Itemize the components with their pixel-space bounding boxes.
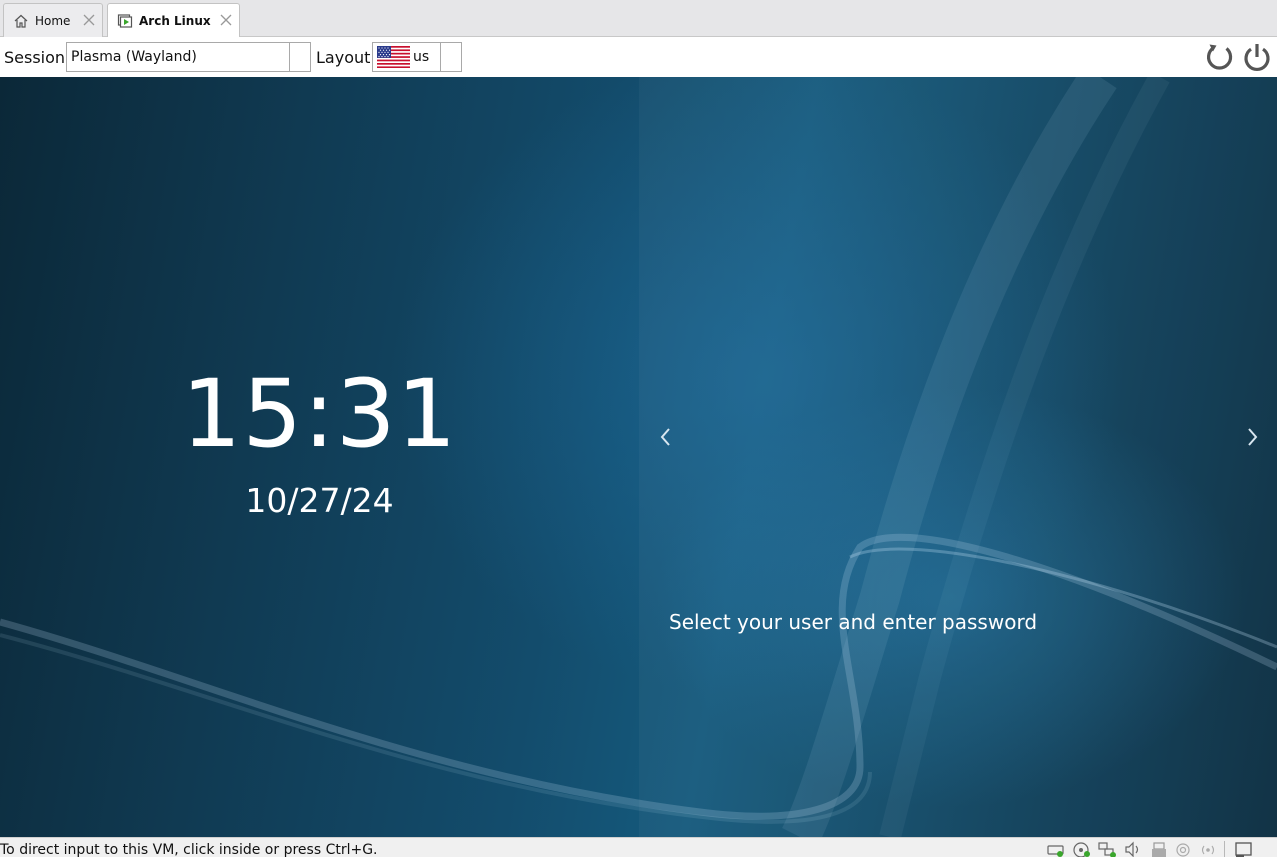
audio-icon[interactable] (1124, 841, 1144, 857)
chevron-right-icon[interactable] (1242, 426, 1262, 448)
tab-arch-linux[interactable]: Arch Linux (107, 3, 240, 38)
clock-date: 10/27/24 (245, 481, 394, 520)
status-message: To direct input to this VM, click inside… (0, 842, 378, 857)
login-prompt: Select your user and enter password (669, 610, 1038, 634)
clock-time: 15:31 (181, 360, 458, 469)
keyboard-layout-select[interactable]: us (372, 42, 462, 72)
chevron-left-icon[interactable] (656, 426, 676, 448)
shared-folder-icon[interactable] (1174, 841, 1194, 857)
layout-dropdown-button[interactable] (440, 43, 461, 71)
session-select[interactable]: Plasma (Wayland) (66, 42, 311, 72)
user-selection-panel (639, 77, 1277, 837)
hard-disk-icon[interactable] (1046, 841, 1066, 857)
tab-arch-linux-label: Arch Linux (139, 14, 211, 28)
vm-display[interactable]: 15:31 10/27/24 Select your user and ente… (0, 77, 1277, 837)
display-icon[interactable] (1234, 841, 1254, 857)
layout-label: Layout (316, 48, 371, 67)
optical-drive-icon[interactable] (1072, 841, 1092, 857)
status-bar: To direct input to this VM, click inside… (0, 837, 1277, 857)
close-tab-arch-linux-icon[interactable] (219, 13, 233, 27)
tab-home[interactable]: Home (3, 3, 103, 37)
session-value: Plasma (Wayland) (71, 49, 197, 65)
reboot-icon[interactable] (1204, 41, 1236, 73)
session-dropdown-button[interactable] (289, 43, 310, 71)
layout-value: us (413, 49, 430, 65)
vm-running-icon (117, 14, 133, 28)
tab-home-label: Home (35, 13, 71, 28)
tab-bar: Home Arch Linux (0, 0, 1277, 38)
recording-icon[interactable] (1198, 841, 1218, 857)
home-icon (14, 14, 28, 28)
statusbar-divider (1224, 841, 1225, 857)
close-tab-home-icon[interactable] (82, 13, 96, 27)
power-icon[interactable] (1241, 41, 1273, 73)
usb-icon[interactable] (1150, 841, 1170, 857)
us-flag-icon (377, 46, 410, 68)
greeter-toolbar: Session Plasma (Wayland) Layout us (0, 37, 1277, 77)
session-label: Session (4, 48, 66, 67)
network-icon[interactable] (1098, 841, 1118, 857)
